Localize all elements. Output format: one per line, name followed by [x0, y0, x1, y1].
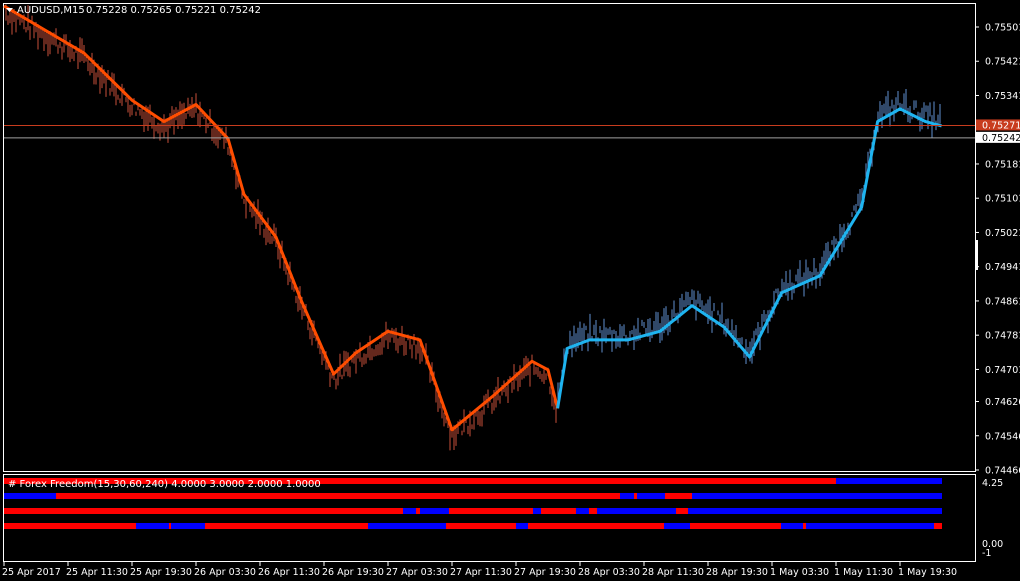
time-axis-label: 1 May 11:30: [834, 567, 893, 578]
chart-window: 0.75271 0.75242 AUDUSD,M15 0.75228 0.7526…: [0, 0, 1020, 581]
time-axis-label: 26 Apr 03:30: [194, 567, 256, 578]
price-axis-label: 0.74941: [985, 262, 1020, 273]
indicator-strip-segment: [420, 508, 449, 514]
scroll-marker: [976, 240, 978, 270]
time-axis: 25 Apr 2017 25 Apr 11:30 25 Apr 19:30 26 Ap…: [2, 562, 957, 578]
indicator-strip-segment: [528, 523, 664, 529]
price-axis-label: 0.75421: [985, 57, 1020, 68]
trend-line: [3, 4, 560, 432]
chart-canvas: 0.75271 0.75242 AUDUSD,M15 0.75228 0.7526…: [2, 3, 1020, 578]
price-axis-label: 0.75181: [985, 159, 1020, 170]
trend-lines: [3, 4, 942, 432]
price-axis-label: 0.75341: [985, 91, 1020, 102]
price-axis: 0.75501 0.75421 0.75341 0.75181 0.75101 0.750…: [975, 23, 1020, 477]
indicator-strip-segment: [368, 523, 446, 529]
indicator-strip-segment: [665, 493, 692, 499]
time-axis-label: 25 Apr 19:30: [130, 567, 192, 578]
indicator-strip-segment: [169, 523, 171, 529]
indicator-strip-segment: [4, 508, 403, 514]
indicator-strip-segment: [4, 493, 56, 499]
price-axis-label: 0.75501: [985, 23, 1020, 34]
indicator-strip-segment: [416, 508, 420, 514]
price-axis-label: 0.75101: [985, 194, 1020, 205]
price-label: 0.75242: [982, 133, 1020, 144]
indicator-strip-segment: [664, 523, 690, 529]
indicator-strip-segment: [597, 508, 676, 514]
indicator-axis-bottom: -1: [982, 548, 991, 559]
price-axis-label: 0.74626: [985, 397, 1020, 408]
indicator-strip-segment: [449, 508, 533, 514]
indicator-strip-segment: [589, 508, 597, 514]
indicator-strip-segment: [620, 493, 634, 499]
price-lines: 0.75271 0.75242: [4, 119, 1020, 144]
time-axis-label: 28 Apr 03:30: [578, 567, 640, 578]
time-axis-label: 27 Apr 03:30: [386, 567, 448, 578]
price-axis-label: 0.74466: [985, 466, 1020, 477]
price-axis-label: 0.74861: [985, 296, 1020, 307]
ohlc-readout: 0.75228 0.75265 0.75221 0.75242: [86, 5, 261, 16]
indicator-strip-segment: [541, 508, 576, 514]
indicator-strip-segment: [690, 523, 781, 529]
price-axis-label: 0.74701: [985, 365, 1020, 376]
indicator-strip-segment: [576, 508, 589, 514]
time-axis-label: 27 Apr 19:30: [514, 567, 576, 578]
price-axis-markers: [976, 240, 978, 270]
price-axis-label: 0.74546: [985, 431, 1020, 442]
indicator-strip-segment: [676, 508, 688, 514]
indicator-strip-segment: [171, 523, 205, 529]
symbol-label: AUDUSD,M15: [17, 5, 85, 16]
time-axis-label: 1 May 19:30: [898, 567, 957, 578]
indicator-strip-segment: [56, 493, 620, 499]
price-label: 0.75271: [982, 120, 1020, 131]
time-axis-label: 28 Apr 11:30: [642, 567, 704, 578]
indicator-strip-segment: [136, 523, 169, 529]
price-bars: [5, 4, 941, 451]
indicator-strip-segment: [205, 523, 368, 529]
indicator-strip-segment: [403, 508, 416, 514]
indicator-strip-segment: [516, 523, 528, 529]
indicator-strip-segment: [781, 523, 783, 529]
indicator-strip-segment: [688, 508, 942, 514]
time-axis-label: 25 Apr 2017: [2, 567, 61, 578]
time-axis-label: 28 Apr 19:30: [706, 567, 768, 578]
indicator-strip-segment: [637, 493, 665, 499]
time-axis-label: 25 Apr 11:30: [66, 567, 128, 578]
indicator-strip-segment: [803, 523, 806, 529]
trend-line: [556, 107, 942, 409]
indicator-title: # Forex Freedom(15,30,60,240) 4.0000 3.0…: [8, 479, 321, 490]
indicator-strip-segment: [634, 493, 637, 499]
indicator-strip-segment: [4, 523, 136, 529]
indicator-strip-segment: [934, 523, 942, 529]
indicator-strip-segment: [783, 523, 803, 529]
indicator-strip-segment: [836, 478, 942, 484]
time-axis-label: 26 Apr 19:30: [322, 567, 384, 578]
indicator-strip-segment: [806, 523, 934, 529]
indicator-strip-segment: [446, 523, 516, 529]
time-axis-label: 26 Apr 11:30: [258, 567, 320, 578]
time-axis-label: 1 May 03:30: [770, 567, 829, 578]
indicator-strip-segment: [692, 493, 942, 499]
price-axis-label: 0.75021: [985, 228, 1020, 239]
price-axis-label: 0.74781: [985, 331, 1020, 342]
indicator-strip-segment: [533, 508, 541, 514]
indicator-axis-top: 4.25: [982, 478, 1003, 489]
time-axis-label: 27 Apr 11:30: [450, 567, 512, 578]
